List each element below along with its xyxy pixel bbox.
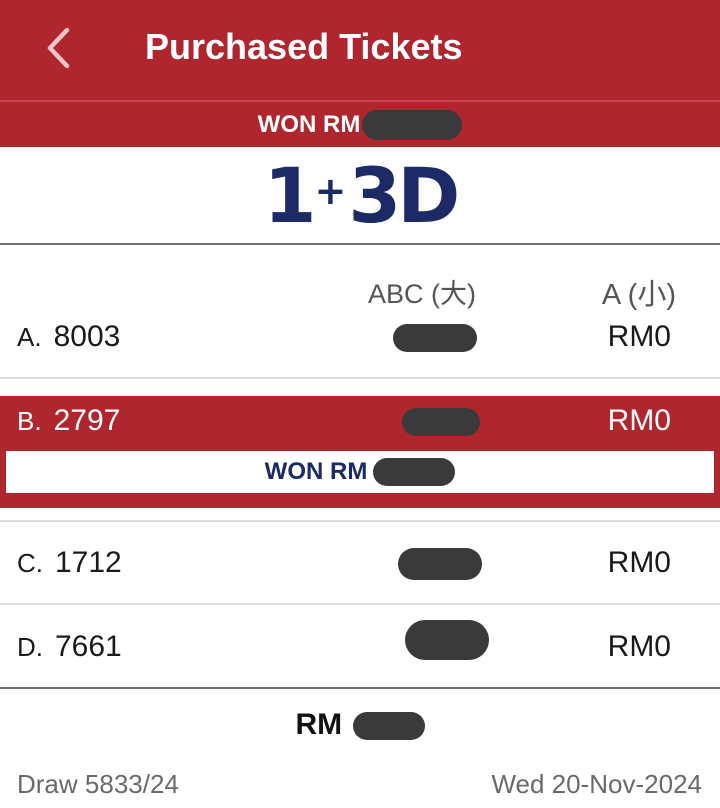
- app-header: Purchased Tickets: [0, 0, 720, 100]
- ticket-row-d-value: RM0: [607, 630, 671, 663]
- back-button[interactable]: [30, 20, 86, 76]
- ticket-row-c-value: RM0: [607, 546, 671, 579]
- redacted-amount: [398, 548, 482, 580]
- row-won-banner: WON RM: [6, 451, 714, 493]
- logo-plus: +: [314, 168, 347, 213]
- ticket-row-d-label: D. 7661: [17, 630, 122, 664]
- redacted-amount: [352, 712, 425, 741]
- won-label: WON RM: [264, 458, 368, 485]
- chevron-left-icon: [47, 27, 70, 69]
- row-number: 1712: [55, 546, 122, 579]
- row-number: 2797: [53, 404, 121, 437]
- divider: [0, 520, 720, 522]
- divider: [0, 603, 720, 605]
- ticket-row-a-label: A. 8003: [17, 320, 120, 354]
- row-letter: C.: [17, 548, 43, 578]
- row-number: 8003: [53, 320, 121, 353]
- draw-date: Wed 20-Nov-2024: [491, 769, 702, 799]
- game-logo-area: 1+3D: [0, 147, 720, 244]
- ticket-row-b-abc: [402, 408, 480, 436]
- row-number: 7661: [55, 630, 122, 663]
- total-amount: RM: [0, 708, 720, 742]
- ticket-row-a-value: RM0: [607, 320, 671, 353]
- won-label: WON RM: [257, 110, 361, 138]
- row-letter: D.: [17, 632, 43, 662]
- redacted-amount: [362, 109, 463, 140]
- ticket-row-c-label: C. 1712: [17, 546, 122, 580]
- ticket-row-d-abc: [405, 620, 489, 660]
- redacted-amount: [373, 458, 456, 486]
- ticket-row-c-abc: [398, 548, 482, 580]
- redacted-amount: [405, 620, 489, 660]
- page-title: Purchased Tickets: [145, 26, 463, 67]
- divider: [0, 243, 720, 245]
- won-banner: WON RM: [0, 102, 720, 147]
- row-letter: A.: [17, 322, 42, 352]
- logo-suffix: 3D: [348, 150, 460, 240]
- column-header-a: A (小): [601, 279, 676, 311]
- ticket-row-b-label: B. 2797: [17, 404, 120, 438]
- total-label: RM: [295, 708, 343, 741]
- row-letter: B.: [17, 406, 42, 436]
- draw-number: Draw 5833/24: [17, 769, 179, 799]
- game-logo: 1+3D: [264, 157, 461, 234]
- logo-main: 1: [263, 150, 317, 240]
- ticket-row-a-abc: [393, 324, 477, 352]
- column-header-abc: ABC (大): [368, 279, 476, 309]
- divider: [0, 687, 720, 689]
- ticket-row-b: B. 2797 RM0 WON RM: [0, 396, 720, 508]
- redacted-amount: [402, 408, 480, 436]
- redacted-amount: [393, 324, 477, 352]
- ticket-row-b-value: RM0: [607, 404, 671, 437]
- divider: [0, 377, 720, 379]
